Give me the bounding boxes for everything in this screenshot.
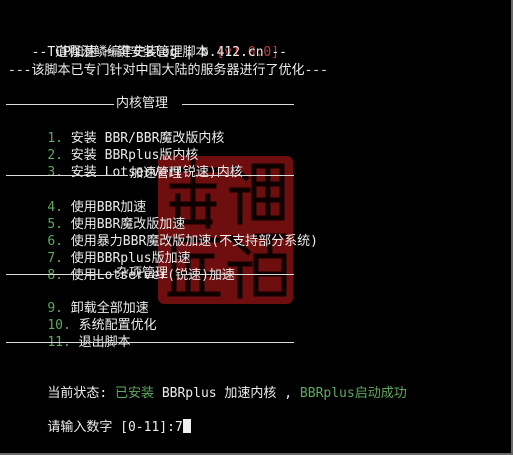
divider: [6, 175, 128, 176]
menu-number: 3.: [47, 165, 63, 180]
text-cursor: [182, 419, 191, 433]
status-line: 当前状态: 已安装 BBRplus 加速内核 , BBRplus启动成功: [16, 368, 406, 401]
header-title-line: TCP加速 一键安装管理脚本 [v1.0.0]: [16, 27, 279, 60]
divider: [182, 274, 294, 275]
status-running: BBRplus启动成功: [299, 386, 407, 401]
divider: [6, 104, 114, 105]
menu-number: 8.: [47, 268, 63, 283]
section-kernel-title: 内核管理: [116, 96, 169, 111]
prompt-text: 请输入数字 [0-11]:: [47, 420, 175, 435]
divider: [182, 104, 294, 105]
menu-item-use-bbrplus: 7. 使用BBRplus版加速: [16, 233, 190, 266]
menu-item-install-bbrplus-kernel: 2. 安装 BBRplus版内核: [16, 130, 198, 163]
menu-item-use-bbr: 4. 使用BBR加速: [16, 182, 146, 215]
divider: [6, 342, 294, 343]
menu-item-use-bbr-brutal: 6. 使用暴力BBR魔改版加速(不支持部分系统): [16, 216, 318, 249]
terminal-window[interactable]: TCP加速 一键安装管理脚本 [v1.0.0] -- 道释潜鳞编年史Blog |…: [0, 0, 513, 455]
prompt-input-value[interactable]: 7: [175, 420, 183, 435]
menu-item-install-lotserver-kernel: 3. 安装 Lotserver(锐速)内核: [16, 147, 242, 180]
input-prompt-line[interactable]: 请输入数字 [0-11]:7: [16, 402, 191, 435]
status-label: 当前状态:: [47, 386, 108, 401]
divider: [196, 175, 294, 176]
status-installed: 已安装: [114, 386, 154, 401]
optimization-notice: ---该脚本已专门针对中国大陆的服务器进行了优化---: [8, 63, 328, 78]
section-misc-title: 杂项管理: [116, 266, 169, 281]
section-accel-title: 加速管理: [130, 166, 183, 181]
credit-line: -- 道释潜鳞编年史Blog | b.412.cn --: [16, 45, 288, 60]
menu-item-uninstall-all: 9. 卸载全部加速: [16, 283, 149, 316]
menu-item-exit: 11. 退出脚本: [16, 317, 130, 350]
divider: [6, 274, 114, 275]
menu-item-system-optimize: 10. 系统配置优化: [16, 300, 156, 333]
status-kernel: BBRplus 加速内核 ,: [161, 386, 293, 401]
menu-item-install-bbr-kernel: 1. 安装 BBR/BBR魔改版内核: [16, 113, 224, 146]
menu-item-use-bbr-mod: 5. 使用BBR魔改版加速: [16, 199, 185, 232]
